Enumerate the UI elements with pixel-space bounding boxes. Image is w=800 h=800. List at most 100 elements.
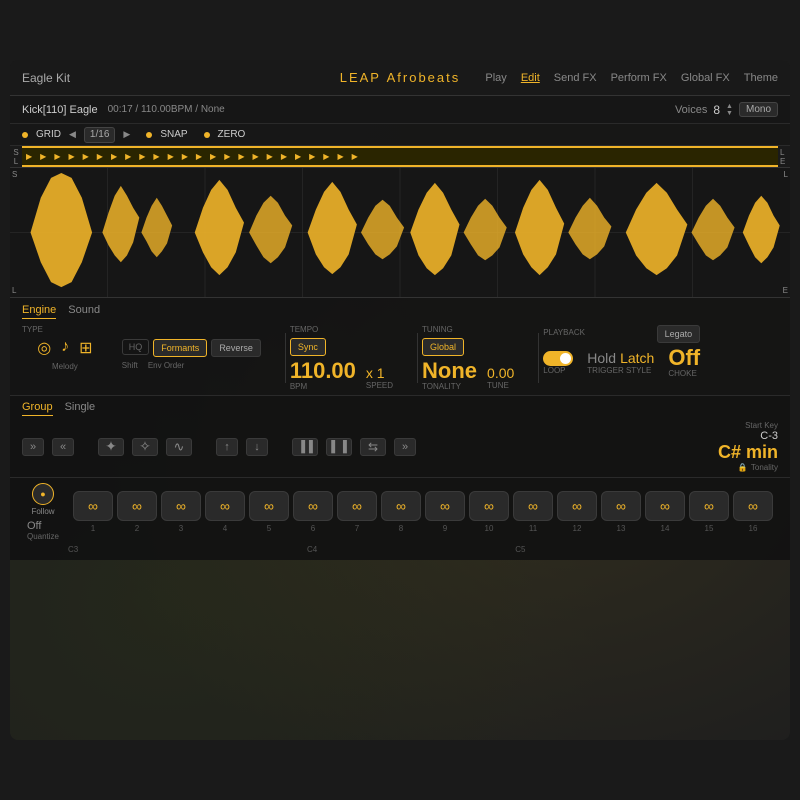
pads-section: ● Follow Off Quantize ∞∞∞∞∞∞∞∞∞∞∞∞∞∞∞∞ 1… xyxy=(10,478,790,560)
nav-perform-fx[interactable]: Perform FX xyxy=(611,72,667,84)
snap-dot xyxy=(146,132,152,138)
pad-8[interactable]: ∞ xyxy=(381,491,421,521)
group-wave-btn[interactable]: ∿ xyxy=(166,438,192,456)
global-button[interactable]: Global xyxy=(422,338,464,356)
grid-dot xyxy=(22,132,28,138)
pad-14[interactable]: ∞ xyxy=(645,491,685,521)
pad-symbol-9: ∞ xyxy=(440,499,450,513)
mono-button[interactable]: Mono xyxy=(739,102,778,117)
pad-7[interactable]: ∞ xyxy=(337,491,377,521)
pad-13[interactable]: ∞ xyxy=(601,491,641,521)
pad-9[interactable]: ∞ xyxy=(425,491,465,521)
title-style: Afrobeats xyxy=(387,70,461,85)
nav-theme[interactable]: Theme xyxy=(744,72,778,84)
marker-arrow-15: ▶ xyxy=(224,152,230,161)
group-up-btn[interactable]: ↑ xyxy=(216,438,238,456)
waveform-section[interactable]: S L L E xyxy=(10,168,790,298)
tab-group[interactable]: Group xyxy=(22,401,53,416)
timeline-section[interactable]: S L ▶ ▶ ▶ ▶ ▶ ▶ ▶ ▶ ▶ ▶ ▶ ▶ ▶ ▶ ▶ ▶ xyxy=(10,146,790,168)
pads-number-row: 12345678910111213141516 xyxy=(73,524,778,533)
grid-icon[interactable]: ⊞ xyxy=(79,338,92,358)
nav-edit[interactable]: Edit xyxy=(521,72,540,84)
grid-left-arrow[interactable]: ◀ xyxy=(69,129,76,140)
tuning-label: TUNING xyxy=(422,325,514,334)
voices-up-icon[interactable]: ▲ xyxy=(726,103,733,110)
group-rw-btn[interactable]: « xyxy=(52,438,74,456)
choke-value: Off xyxy=(668,347,700,369)
tab-sound[interactable]: Sound xyxy=(68,304,100,319)
tab-single[interactable]: Single xyxy=(65,401,96,416)
pad-15[interactable]: ∞ xyxy=(689,491,729,521)
pad-num-2: 2 xyxy=(117,524,157,533)
formants-button[interactable]: Formants xyxy=(153,339,207,357)
follow-quantize-col: ● Follow Off Quantize xyxy=(22,483,64,541)
group-arrows-btn[interactable]: ⇆ xyxy=(360,438,386,456)
circle-label xyxy=(22,362,42,371)
grid-label-icon xyxy=(88,362,108,371)
tuning-group: TUNING Global None Tonality 0.00 Tune xyxy=(422,325,514,391)
latch-label: Latch xyxy=(620,350,654,366)
c4-octave-label: C4 xyxy=(307,545,317,554)
tonality-label: Tonality xyxy=(422,382,477,391)
zero-label: ZERO xyxy=(218,129,246,140)
tune-label: Tune xyxy=(487,381,514,390)
pad-11[interactable]: ∞ xyxy=(513,491,553,521)
voices-stepper[interactable]: ▲ ▼ xyxy=(726,103,733,117)
follow-button[interactable]: ● xyxy=(32,483,54,505)
nav-send-fx[interactable]: Send FX xyxy=(554,72,597,84)
group-ff2-btn[interactable]: » xyxy=(394,438,416,456)
hold-label: Hold xyxy=(587,350,616,366)
divider-3 xyxy=(538,333,539,383)
legato-button[interactable]: Legato xyxy=(657,325,701,343)
tab-engine[interactable]: Engine xyxy=(22,304,56,319)
reverse-button[interactable]: Reverse xyxy=(211,339,261,357)
grid-right-arrow[interactable]: ▶ xyxy=(123,129,130,140)
pad-num-4: 4 xyxy=(205,524,245,533)
nav-play[interactable]: Play xyxy=(485,72,506,84)
pad-num-13: 13 xyxy=(601,524,641,533)
pad-num-10: 10 xyxy=(469,524,509,533)
pad-2[interactable]: ∞ xyxy=(117,491,157,521)
pad-4[interactable]: ∞ xyxy=(205,491,245,521)
pad-symbol-1: ∞ xyxy=(88,499,98,513)
bpm-label: BPM xyxy=(290,382,356,391)
group-shuffle2-btn[interactable]: ✧ xyxy=(132,438,158,456)
playback-label: PLAYBACK xyxy=(543,328,585,337)
pad-6[interactable]: ∞ xyxy=(293,491,333,521)
group-pause2-btn[interactable]: ▌▐ xyxy=(326,438,352,456)
group-down-btn[interactable]: ↓ xyxy=(246,438,268,456)
quantize-value: Off xyxy=(27,520,59,532)
pad-1[interactable]: ∞ xyxy=(73,491,113,521)
tonality-label-text: Tonality xyxy=(751,463,778,472)
type-group: TYPE ◎ ♪ ⊞ Melody xyxy=(22,325,261,371)
hq-button[interactable]: HQ xyxy=(122,339,150,355)
pad-12[interactable]: ∞ xyxy=(557,491,597,521)
voices-down-icon[interactable]: ▼ xyxy=(726,110,733,117)
pad-10[interactable]: ∞ xyxy=(469,491,509,521)
note-icon[interactable]: ♪ xyxy=(61,338,69,358)
nav-global-fx[interactable]: Global FX xyxy=(681,72,730,84)
pad-num-14: 14 xyxy=(645,524,685,533)
playback-group: PLAYBACK Legato Loop Hold Latch xyxy=(543,325,700,378)
start-key-label: Start Key xyxy=(745,421,778,430)
pad-5[interactable]: ∞ xyxy=(249,491,289,521)
c3-octave-label: C3 xyxy=(68,545,111,554)
tonality-value: None xyxy=(422,360,477,382)
group-pause1-btn[interactable]: ▐▐ xyxy=(292,438,318,456)
grid-value[interactable]: 1/16 xyxy=(84,127,115,143)
loop-toggle[interactable] xyxy=(543,351,573,366)
group-shuffle1-btn[interactable]: ✦ xyxy=(98,438,124,456)
pad-16[interactable]: ∞ xyxy=(733,491,773,521)
marker-arrow-23: ▶ xyxy=(337,152,343,161)
tonality-value: C# min xyxy=(718,442,778,463)
marker-arrow-20: ▶ xyxy=(295,152,301,161)
marker-arrow-10: ▶ xyxy=(153,152,159,161)
sync-button[interactable]: Sync xyxy=(290,338,326,356)
group-ff-btn[interactable]: » xyxy=(22,438,44,456)
pad-symbol-12: ∞ xyxy=(572,499,582,513)
marker-arrow-19: ▶ xyxy=(281,152,287,161)
pad-symbol-3: ∞ xyxy=(176,499,186,513)
pad-3[interactable]: ∞ xyxy=(161,491,201,521)
speed-value: x 1 xyxy=(366,365,393,381)
circle-icon[interactable]: ◎ xyxy=(37,338,51,358)
